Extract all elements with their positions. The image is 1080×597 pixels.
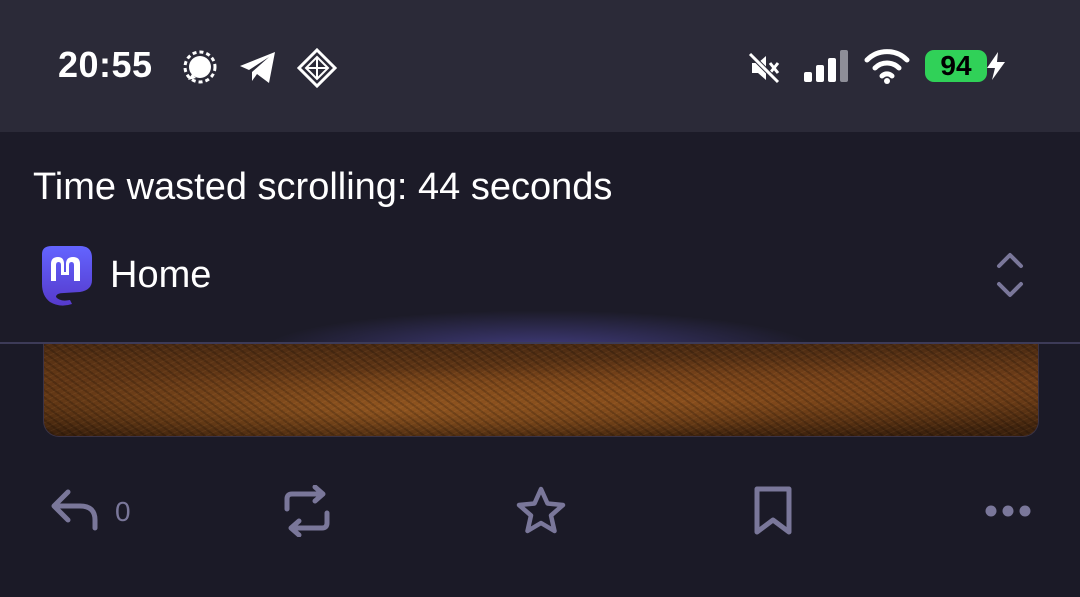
more-icon[interactable] xyxy=(984,502,1032,520)
status-time: 20:55 xyxy=(58,44,153,85)
post-media-image[interactable] xyxy=(43,344,1039,437)
battery-indicator: 94 xyxy=(925,50,987,82)
charging-bolt-icon xyxy=(987,52,1005,80)
mastodon-icon[interactable] xyxy=(36,244,96,306)
wifi-icon xyxy=(864,49,910,84)
time-wasted-banner: Time wasted scrolling: 44 seconds xyxy=(33,166,613,208)
favourite-icon[interactable] xyxy=(514,485,568,537)
reply-count: 0 xyxy=(115,496,131,527)
chevron-up-down-icon[interactable] xyxy=(994,250,1026,300)
status-bar: 20:55 94 xyxy=(0,0,1080,132)
muted-icon xyxy=(748,52,780,84)
cellular-icon xyxy=(804,50,848,82)
boost-icon[interactable] xyxy=(282,485,332,537)
vpn-icon xyxy=(297,48,337,88)
telegram-icon xyxy=(240,52,275,83)
signal-app-icon xyxy=(183,50,217,84)
timeline-label[interactable]: Home xyxy=(110,254,211,297)
media-texture xyxy=(44,344,1038,436)
battery-percent: 94 xyxy=(940,50,972,81)
reply-icon[interactable] xyxy=(50,488,100,532)
bookmark-icon[interactable] xyxy=(752,486,794,536)
